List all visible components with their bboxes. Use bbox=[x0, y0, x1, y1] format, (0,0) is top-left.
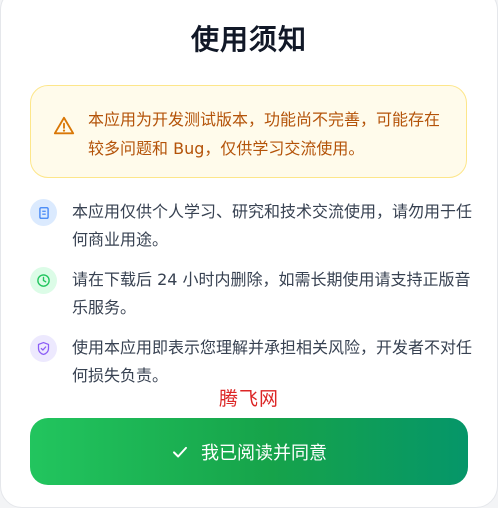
agree-button-label: 我已阅读并同意 bbox=[201, 442, 327, 464]
warning-triangle-icon bbox=[53, 115, 75, 137]
checkmark-icon bbox=[171, 443, 189, 461]
agree-button[interactable]: 我已阅读并同意 bbox=[30, 418, 468, 485]
shield-check-icon bbox=[30, 335, 57, 362]
clock-icon bbox=[30, 267, 57, 294]
warning-text: 本应用为开发测试版本，功能尚不完善，可能存在较多问题和 Bug，仅供学习交流使用… bbox=[88, 110, 441, 158]
notice-item-text: 请在下载后 24 小时内删除，如需长期使用请支持正版音乐服务。 bbox=[72, 270, 471, 317]
watermark: 腾飞网 bbox=[218, 388, 279, 410]
document-icon bbox=[30, 199, 57, 226]
notice-item-text: 本应用仅供个人学习、研究和技术交流使用，请勿用于任何商业用途。 bbox=[72, 202, 473, 249]
notice-item-text: 使用本应用即表示您理解并承担相关风险，开发者不对任何损失负责。 bbox=[72, 338, 473, 385]
warning-box: 本应用为开发测试版本，功能尚不完善，可能存在较多问题和 Bug，仅供学习交流使用… bbox=[30, 85, 467, 178]
dialog-title: 使用须知 bbox=[190, 23, 307, 56]
